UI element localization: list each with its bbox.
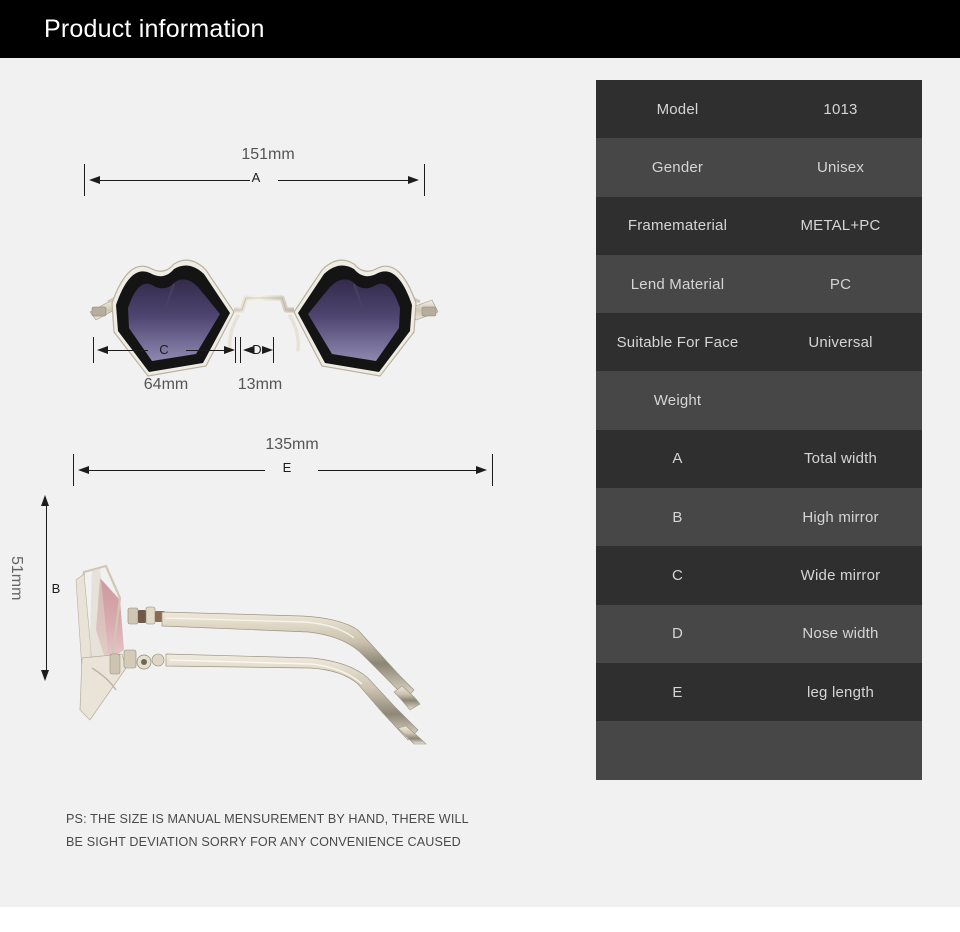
dimension-d-arrowhead-right (262, 345, 273, 354)
dimension-d-tick-right (273, 337, 274, 363)
table-row: Gender Unisex (596, 138, 922, 197)
spec-value: 1013 (823, 100, 858, 118)
spec-value: Universal (808, 333, 873, 351)
dimension-e-arrowhead-left (78, 465, 89, 474)
table-row: Weight (596, 371, 922, 430)
sunglasses-side-svg (75, 564, 427, 745)
dimension-a-letter: A (251, 170, 261, 185)
page-title: Product information (44, 15, 265, 43)
spec-value: Total width (803, 450, 878, 468)
table-row: D Nose width (596, 604, 922, 663)
measurement-disclaimer: PS: THE SIZE IS MANUAL MENSUREMENT BY HA… (66, 808, 526, 854)
disclaimer-line-1: PS: THE SIZE IS MANUAL MENSUREMENT BY HA… (66, 812, 469, 826)
dimension-c-tick-right (235, 337, 236, 363)
dimension-c-line-left (108, 350, 148, 351)
spec-key: Suitable For Face (616, 333, 739, 351)
dimension-e-value: 135mm (265, 436, 319, 453)
dimension-c-arrowhead-right (224, 345, 235, 354)
table-row: Lend Material PC (596, 254, 922, 314)
sunglasses-side-view-image (62, 550, 492, 745)
dimension-diagram: 151mm A C 64mm D 13mm 135mm E B 51mm PS:… (0, 58, 580, 907)
dimension-a-arrowhead-right (408, 175, 419, 184)
dimension-d-value: 13mm (237, 376, 283, 393)
table-row: E leg length (596, 662, 922, 722)
spec-value: Wide mirror (800, 567, 881, 585)
dimension-c-line-right (186, 350, 224, 351)
product-information-page: Product information 151mm A C 64mm D 13m… (0, 0, 960, 932)
dimension-a-tick-left (84, 164, 85, 196)
spec-value: High mirror (802, 508, 879, 526)
dimension-e-arrowhead-right (476, 465, 487, 474)
hinge-decor-upper (127, 606, 165, 625)
dimension-a-line-right (278, 180, 408, 181)
dimension-a-tick-right (424, 164, 425, 196)
table-row: Model 1013 (596, 80, 922, 139)
spec-key: Model (656, 100, 699, 118)
spec-value: PC (829, 275, 852, 293)
dimension-e-letter: E (282, 460, 292, 475)
dimension-e-line-left (89, 470, 265, 471)
specification-table: Model 1013 Gender Unisex Framematerial M… (596, 80, 922, 780)
disclaimer-line-2: BE SIGHT DEVIATION SORRY FOR ANY CONVENI… (66, 835, 461, 849)
dimension-d-tick-left (240, 337, 241, 363)
spec-key: C (671, 567, 684, 585)
dimension-e-line-right (318, 470, 476, 471)
spec-key: Weight (653, 392, 702, 410)
spec-key: D (671, 625, 684, 643)
table-row: B High mirror (596, 488, 922, 547)
spec-key: Framematerial (627, 217, 728, 235)
dimension-a-arrowhead-left (89, 175, 100, 184)
spec-key: Gender (651, 158, 704, 176)
table-row (596, 721, 922, 780)
spec-key: B (672, 508, 683, 526)
spec-value: leg length (806, 683, 875, 701)
spec-value: METAL+PC (800, 217, 881, 235)
dimension-c-arrowhead-left (97, 345, 108, 354)
dimension-c-letter: C (159, 342, 169, 357)
dimension-e-tick-right (492, 454, 493, 486)
table-row: A Total width (596, 429, 922, 489)
header-bar: Product information (0, 0, 960, 58)
spec-key: Lend Material (630, 275, 725, 293)
dimension-c-tick-left (93, 337, 94, 363)
spec-key: E (672, 683, 683, 701)
dimension-b-arrowhead-down (41, 670, 49, 681)
table-row: Suitable For Face Universal (596, 313, 922, 372)
dimension-b-arrowhead-up (41, 495, 49, 506)
dimension-a-line-left (100, 180, 250, 181)
spec-key: A (672, 450, 683, 468)
table-row: Framematerial METAL+PC (596, 196, 922, 255)
dimension-a-value: 151mm (241, 146, 295, 163)
dimension-b-value: 51mm (8, 556, 25, 601)
spec-value: Nose width (802, 625, 879, 643)
dimension-e-tick-left (73, 454, 74, 486)
table-row: C Wide mirror (596, 546, 922, 605)
spec-value: Unisex (816, 158, 865, 176)
